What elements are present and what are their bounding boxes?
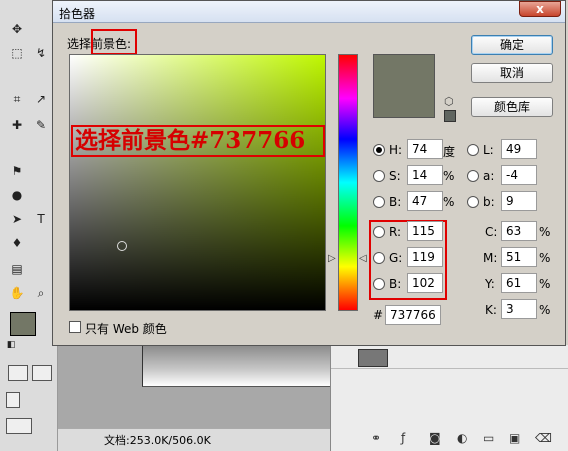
ok-button[interactable]: 确定 xyxy=(471,35,553,55)
unit-h: 度 xyxy=(443,145,456,159)
label-l: L: xyxy=(483,143,494,157)
label-bv: B: xyxy=(389,195,402,209)
label-y: Y: xyxy=(485,277,495,291)
label-bc: B: xyxy=(389,277,402,291)
input-h[interactable]: 74 xyxy=(407,139,443,159)
input-b[interactable]: 9 xyxy=(501,191,537,211)
radio-g[interactable] xyxy=(373,252,385,264)
status-bar: 文档:253.0K/506.0K xyxy=(58,428,330,451)
layer-row[interactable] xyxy=(331,347,568,369)
adjustment-icon[interactable]: ◐ xyxy=(457,431,467,445)
dialog-title: 拾色器 xyxy=(59,7,96,21)
web-safe-cube-icon[interactable]: ⬡ xyxy=(444,95,454,108)
jump-to-button[interactable] xyxy=(6,418,32,434)
crop-icon[interactable]: ⌗ xyxy=(8,90,26,108)
marquee-icon[interactable]: ⬚ xyxy=(8,44,26,62)
screen-mode-button[interactable] xyxy=(6,392,20,408)
label-r: R: xyxy=(389,225,402,239)
hue-slider-left-arrow[interactable]: ▷ xyxy=(328,253,336,264)
input-k[interactable]: 3 xyxy=(501,299,537,319)
link-icon[interactable]: ⚭ xyxy=(371,431,381,445)
folder-icon[interactable]: ▭ xyxy=(483,431,494,445)
blur-icon[interactable]: ● xyxy=(8,186,26,204)
layer-toolbar: ⚭ ƒ ◙ ◐ ▭ ▣ ⌫ xyxy=(331,428,568,451)
pen-icon[interactable]: ♦ xyxy=(8,234,26,252)
color-field[interactable] xyxy=(69,54,326,311)
annotation-text: 选择前景色#737766 xyxy=(71,125,325,157)
standard-mode-button[interactable] xyxy=(8,365,28,381)
input-c[interactable]: 63 xyxy=(501,221,537,241)
doc-size-text: 文档:253.0K/506.0K xyxy=(104,434,211,447)
color-field-cursor[interactable] xyxy=(117,241,127,251)
hex-label: # xyxy=(373,308,384,322)
default-colors-icon[interactable]: ◧ xyxy=(2,336,20,354)
move-icon[interactable]: ✥ xyxy=(8,20,26,38)
radio-bv[interactable] xyxy=(373,196,385,208)
layer-thumbnail xyxy=(358,349,388,367)
close-button[interactable]: x xyxy=(519,1,561,17)
input-bv[interactable]: 47 xyxy=(407,191,443,211)
input-g[interactable]: 119 xyxy=(407,247,443,267)
toolbox: ✥ ⬚ ↯ ⌗ ↗ ✚ ✎ ⚑ ● ➤ T ♦ ▤ ✋ ⌕ ◧ xyxy=(0,0,58,451)
fx-icon[interactable]: ƒ xyxy=(401,431,405,445)
label-h: H: xyxy=(389,143,403,157)
cancel-button[interactable]: 取消 xyxy=(471,63,553,83)
input-bc[interactable]: 102 xyxy=(407,273,443,293)
mask-icon[interactable]: ◙ xyxy=(429,431,441,445)
brush-icon[interactable]: ✎ xyxy=(32,116,50,134)
title-bar: 拾色器 x xyxy=(53,1,565,23)
healing-icon[interactable]: ✚ xyxy=(8,116,26,134)
eyedropper-icon[interactable]: ↗ xyxy=(32,90,50,108)
input-m[interactable]: 51 xyxy=(501,247,537,267)
selection-icon[interactable]: ➤ xyxy=(8,210,26,228)
quick-mask-button[interactable] xyxy=(32,365,52,381)
hex-input[interactable]: 737766 xyxy=(385,305,441,325)
label-a: a: xyxy=(483,169,495,183)
new-layer-icon[interactable]: ▣ xyxy=(509,431,520,445)
label-m: M: xyxy=(483,251,498,265)
unit-k: % xyxy=(539,303,551,317)
radio-bc[interactable] xyxy=(373,278,385,290)
input-s[interactable]: 14 xyxy=(407,165,443,185)
unit-y: % xyxy=(539,277,551,291)
color-library-button[interactable]: 颜色库 xyxy=(471,97,553,117)
label-g: G: xyxy=(389,251,403,265)
input-a[interactable]: -4 xyxy=(501,165,537,185)
layers-panel: ⚭ ƒ ◙ ◐ ▭ ▣ ⌫ xyxy=(330,345,568,451)
document-image xyxy=(142,345,330,387)
lasso-icon[interactable]: ↯ xyxy=(32,44,50,62)
label-s: S: xyxy=(389,169,401,183)
input-y[interactable]: 61 xyxy=(501,273,537,293)
radio-b[interactable] xyxy=(467,196,479,208)
label-c: C: xyxy=(485,225,498,239)
zoom-icon[interactable]: ⌕ xyxy=(32,284,50,302)
input-r[interactable]: 115 xyxy=(407,221,443,241)
stamp-icon[interactable]: ⚑ xyxy=(8,162,26,180)
radio-h[interactable] xyxy=(373,144,385,156)
unit-m: % xyxy=(539,251,551,265)
new-color-swatch xyxy=(373,54,435,118)
hue-slider-right-arrow[interactable]: ◁ xyxy=(359,253,367,264)
label-k: K: xyxy=(485,303,497,317)
highlight-box xyxy=(91,29,137,55)
label-b: b: xyxy=(483,195,495,209)
hand-icon[interactable]: ✋ xyxy=(8,284,26,302)
web-safe-swatch[interactable] xyxy=(444,110,456,122)
unit-s: % xyxy=(443,169,455,183)
foreground-color-swatch[interactable] xyxy=(10,312,36,336)
radio-r[interactable] xyxy=(373,226,385,238)
notes-icon[interactable]: ▤ xyxy=(8,260,26,278)
only-web-colors-checkbox[interactable] xyxy=(69,321,81,333)
hue-slider[interactable] xyxy=(338,54,358,311)
color-picker-dialog: 拾色器 x 选择前景色: 选择前景色#737766 ▷ ◁ 只有 Web 颜色 … xyxy=(52,0,566,346)
radio-l[interactable] xyxy=(467,144,479,156)
unit-bv: % xyxy=(443,195,455,209)
radio-a[interactable] xyxy=(467,170,479,182)
only-web-colors-label: 只有 Web 颜色 xyxy=(85,322,167,336)
input-l[interactable]: 49 xyxy=(501,139,537,159)
type-icon[interactable]: T xyxy=(32,210,50,228)
unit-c: % xyxy=(539,225,551,239)
radio-s[interactable] xyxy=(373,170,385,182)
trash-icon[interactable]: ⌫ xyxy=(535,431,552,445)
